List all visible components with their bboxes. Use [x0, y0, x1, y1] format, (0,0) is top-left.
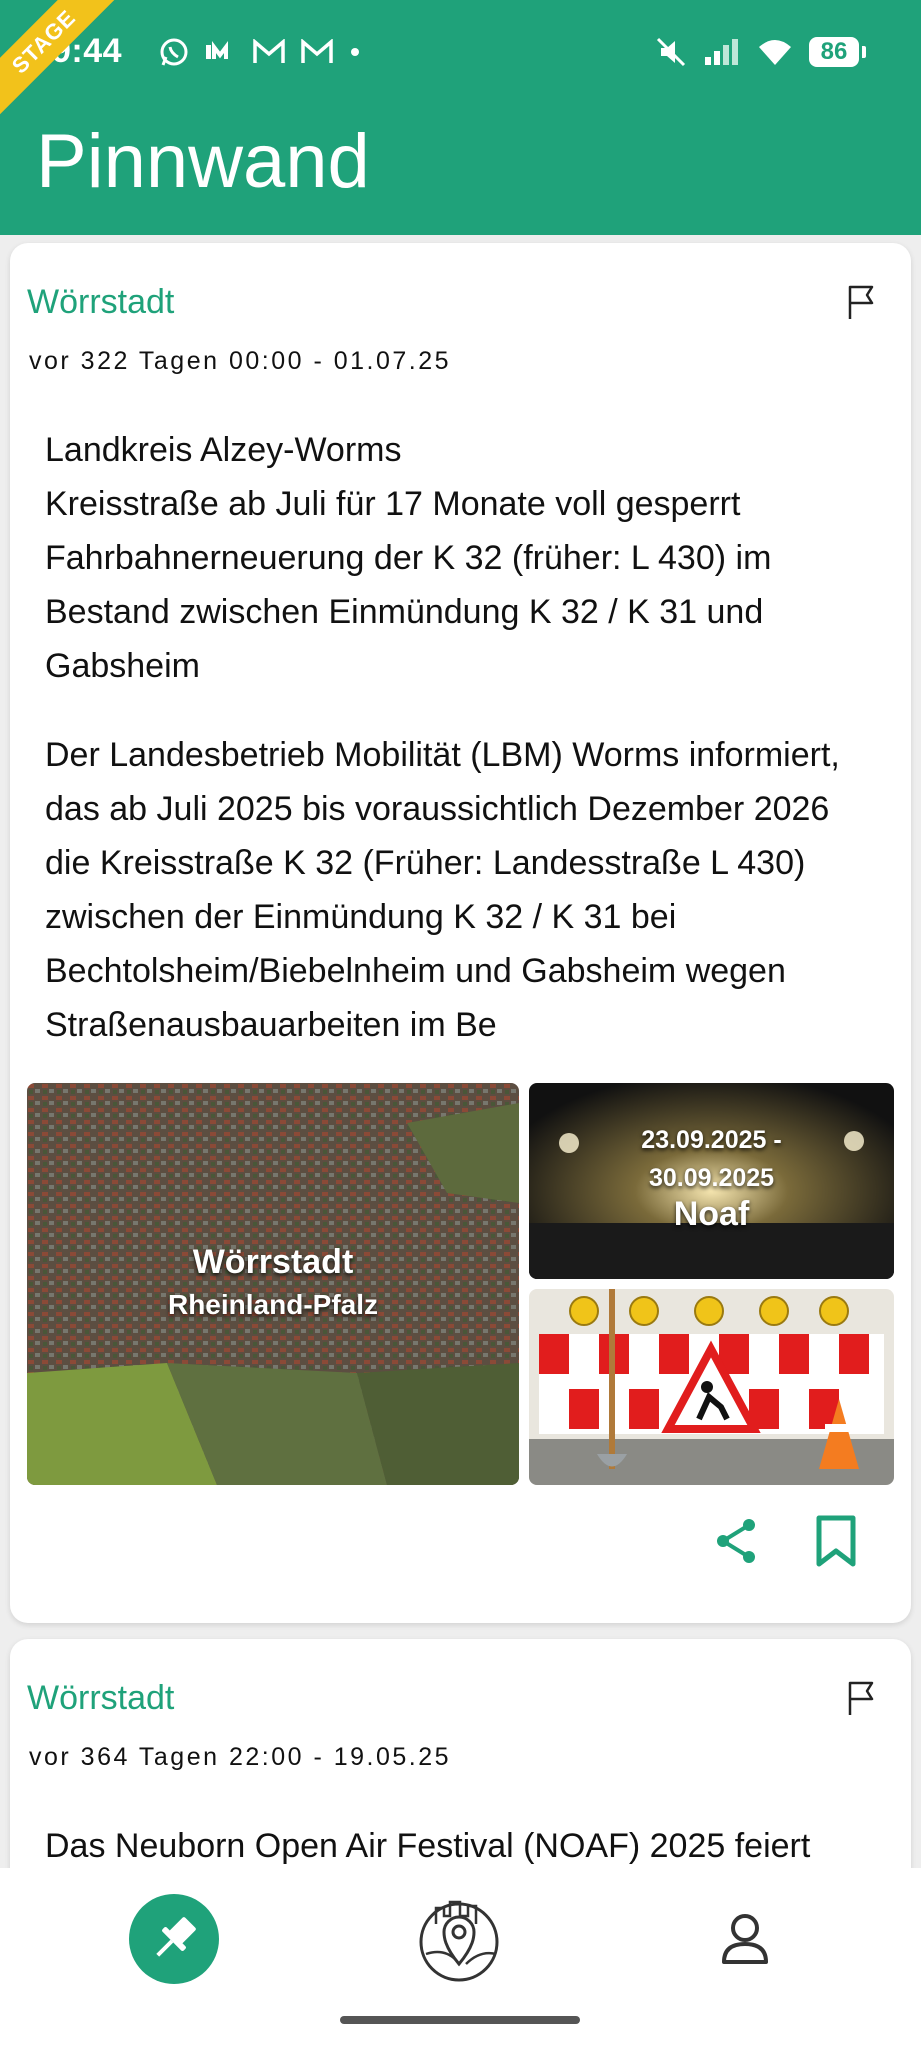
wifi-icon [759, 40, 791, 65]
flag-icon[interactable] [845, 1679, 879, 1717]
aerial-photo [27, 1083, 519, 1485]
festival-image[interactable]: 23.09.2025 - 30.09.2025 Noaf [529, 1083, 894, 1279]
status-bar: 9:44 86 [0, 0, 921, 110]
home-indicator[interactable] [340, 2016, 580, 2024]
page-title: Pinnwand [36, 119, 370, 204]
nav-pinboard-button[interactable] [129, 1894, 219, 1984]
post-paragraph: Der Landesbetrieb Mobilität (LBM) Worms … [45, 736, 840, 1044]
signal-icon [705, 39, 738, 65]
more-notifications-icon [351, 48, 359, 56]
post-paragraph: Das Neuborn Open Air Festival (NOAF) 202… [45, 1827, 811, 1865]
town-name: Wörrstadt [192, 1243, 354, 1281]
battery-indicator: 86 [809, 37, 866, 67]
pinboard-feed[interactable]: Wörrstadt vor 322 Tagen 00:00 - 01.07.25… [0, 235, 921, 1868]
post-date: vor 364 Tagen 22:00 - 19.05.25 [29, 1743, 452, 1771]
system-icons: 86 [655, 36, 866, 68]
mute-icon [656, 37, 686, 67]
post-paragraph: Landkreis Alzey-Worms Kreisstraße ab Jul… [45, 431, 772, 685]
post-image-gallery[interactable]: Wörrstadt Rheinland-Pfalz 23.09.2025 - 3… [27, 1083, 894, 1485]
post-text[interactable]: Landkreis Alzey-Worms Kreisstraße ab Jul… [45, 423, 875, 1087]
festival-dates: 23.09.2025 - 30.09.2025 [641, 1126, 782, 1192]
flag-icon[interactable] [845, 283, 879, 321]
festival-name: Noaf [673, 1195, 750, 1233]
bookmark-icon[interactable] [813, 1515, 859, 1567]
post-date: vor 322 Tagen 00:00 - 01.07.25 [29, 347, 452, 375]
post-location[interactable]: Wörrstadt [27, 283, 174, 322]
roadworks-photo [529, 1289, 894, 1485]
nav-map-button[interactable] [414, 1894, 504, 1984]
app-header: 9:44 86 STAGE Pinnwand [0, 0, 921, 235]
gmail-icon [253, 39, 285, 63]
user-icon [722, 1914, 768, 1964]
region-name: Rheinland-Pfalz [167, 1289, 378, 1320]
nav-profile-button[interactable] [700, 1894, 790, 1984]
pin-icon [156, 1917, 196, 1957]
app-icon [206, 41, 228, 59]
post-actions [713, 1515, 859, 1567]
post-text[interactable]: Das Neuborn Open Air Festival (NOAF) 202… [45, 1819, 875, 1868]
post-card[interactable]: Wörrstadt vor 364 Tagen 22:00 - 19.05.25… [10, 1639, 911, 1868]
share-icon[interactable] [713, 1515, 759, 1567]
notification-icons [158, 36, 362, 68]
gmail-icon [301, 39, 333, 63]
city-map-icon [419, 1900, 499, 1982]
post-location[interactable]: Wörrstadt [27, 1679, 174, 1718]
whatsapp-icon [160, 38, 188, 66]
roadworks-image[interactable] [529, 1289, 894, 1485]
town-aerial-image[interactable]: Wörrstadt Rheinland-Pfalz [27, 1083, 519, 1485]
post-card[interactable]: Wörrstadt vor 322 Tagen 00:00 - 01.07.25… [10, 243, 911, 1623]
